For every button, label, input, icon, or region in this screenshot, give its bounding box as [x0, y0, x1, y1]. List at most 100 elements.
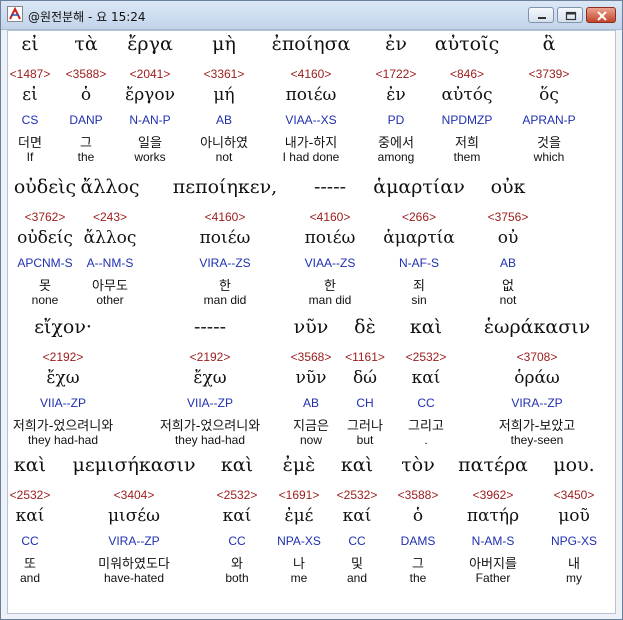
greek-word[interactable]: νῦν: [294, 316, 329, 338]
greek-word[interactable]: καὶ: [221, 454, 253, 476]
english-gloss: have-hated: [103, 571, 165, 585]
strongs-number[interactable]: <3739>: [529, 67, 570, 81]
strongs-number[interactable]: <3450>: [554, 488, 595, 502]
strongs-number[interactable]: <3404>: [114, 488, 155, 502]
strongs-number[interactable]: <2041>: [130, 67, 171, 81]
greek-word[interactable]: αὐτοῖς: [435, 33, 499, 55]
strongs-number[interactable]: <1691>: [279, 488, 320, 502]
interlinear-view[interactable]: εἰ <1487> εἰ CS 더면 If τὰ <3588> ὁ DANP 그 the ἔργα <20…: [7, 30, 616, 614]
lemma: ποιέω: [199, 228, 251, 248]
greek-word[interactable]: -----: [314, 176, 346, 198]
lemma: ἐμέ: [284, 506, 314, 526]
greek-word[interactable]: ἐποίησα: [272, 33, 351, 55]
strongs-number[interactable]: <2192>: [190, 350, 231, 364]
greek-word[interactable]: ἃ: [543, 33, 556, 55]
strongs-number[interactable]: <266>: [402, 210, 436, 224]
strongs-number[interactable]: <1722>: [376, 67, 417, 81]
greek-word[interactable]: ἐμὲ: [283, 454, 316, 476]
lemma: ἄλλος: [83, 228, 137, 248]
greek-word[interactable]: ἑωράκασιν: [484, 316, 590, 338]
greek-word[interactable]: εἴχον·: [34, 316, 92, 338]
greek-word[interactable]: πατέρα: [458, 454, 528, 476]
strongs-number[interactable]: <2532>: [10, 488, 51, 502]
greek-word[interactable]: μεμισήκασιν: [72, 454, 195, 476]
english-gloss: not: [215, 150, 233, 164]
parsing-code: PD: [387, 113, 405, 127]
strongs-number[interactable]: <2192>: [43, 350, 84, 364]
strongs-number[interactable]: <2532>: [217, 488, 258, 502]
korean-gloss: 아니하였: [200, 136, 248, 151]
korean-gloss: 아버지를: [469, 557, 517, 572]
english-gloss: Father: [475, 571, 511, 585]
korean-gloss: 중에서: [378, 136, 414, 151]
english-gloss: other: [96, 293, 124, 307]
english-gloss: me: [290, 571, 308, 585]
english-gloss: they had-had: [174, 433, 246, 447]
greek-word[interactable]: τὰ: [74, 33, 97, 55]
parsing-code: NPG-XS: [550, 534, 598, 548]
english-gloss: none: [31, 293, 59, 307]
greek-word[interactable]: ἁμαρτίαν: [373, 176, 465, 198]
korean-gloss: 나: [293, 557, 305, 572]
strongs-number[interactable]: <1161>: [345, 350, 385, 364]
greek-word[interactable]: μὴ: [212, 33, 236, 55]
greek-word[interactable]: δὲ: [354, 316, 376, 338]
strongs-number[interactable]: <4160>: [310, 210, 351, 224]
close-button[interactable]: [586, 7, 616, 23]
greek-word[interactable]: καὶ: [14, 454, 46, 476]
greek-word[interactable]: ἄλλος: [81, 176, 140, 198]
korean-gloss: 없: [502, 279, 514, 294]
greek-word[interactable]: καὶ: [341, 454, 373, 476]
greek-word[interactable]: οὐκ: [491, 176, 526, 198]
greek-word[interactable]: μου.: [553, 454, 594, 476]
korean-gloss: 죄: [413, 279, 425, 294]
greek-word[interactable]: ἔργα: [127, 33, 173, 55]
strongs-number[interactable]: <3962>: [473, 488, 514, 502]
lemma: καί: [342, 506, 372, 526]
korean-gloss: 한: [219, 279, 231, 294]
greek-word[interactable]: τὸν: [401, 454, 435, 476]
strongs-number[interactable]: <3588>: [398, 488, 439, 502]
lemma: δώ: [352, 368, 378, 388]
strongs-number[interactable]: <243>: [93, 210, 127, 224]
strongs-number[interactable]: <2532>: [337, 488, 378, 502]
strongs-number[interactable]: <3708>: [517, 350, 558, 364]
greek-word[interactable]: εἰ: [21, 33, 38, 55]
greek-word[interactable]: οὐδεὶς: [14, 176, 76, 198]
strongs-number[interactable]: <2532>: [406, 350, 447, 364]
strongs-number[interactable]: <3588>: [66, 67, 107, 81]
korean-gloss: 더면: [18, 136, 42, 151]
greek-word[interactable]: πεποίηκεν,: [173, 176, 277, 198]
korean-gloss: 저희가-었으려니와: [159, 419, 261, 434]
strongs-number[interactable]: <1487>: [10, 67, 51, 81]
strongs-number[interactable]: <3568>: [291, 350, 332, 364]
strongs-number[interactable]: <3361>: [204, 67, 245, 81]
strongs-number[interactable]: <3762>: [25, 210, 66, 224]
parsing-code: VIRA--ZS: [199, 256, 251, 270]
lemma: ὁράω: [514, 368, 560, 388]
english-gloss: the: [409, 571, 427, 585]
lemma: οὐ: [497, 228, 519, 248]
korean-gloss: 지금은: [293, 419, 329, 434]
minimize-icon: [538, 17, 546, 19]
korean-gloss: 또: [24, 557, 36, 572]
strongs-number[interactable]: <846>: [450, 67, 484, 81]
maximize-button[interactable]: [557, 7, 583, 23]
parsing-code: CC: [21, 534, 39, 548]
title-bar[interactable]: @원전분해 - 요 15:24: [1, 1, 622, 30]
parsing-code: APRAN-P: [522, 113, 576, 127]
greek-word[interactable]: -----: [194, 316, 226, 338]
strongs-number[interactable]: <4160>: [205, 210, 246, 224]
english-gloss: and: [346, 571, 368, 585]
greek-word[interactable]: καὶ: [410, 316, 442, 338]
lemma: καί: [222, 506, 252, 526]
parsing-code: VIRA--ZP: [511, 396, 563, 410]
lemma: αὐτός: [441, 85, 493, 105]
english-gloss: they had-had: [27, 433, 99, 447]
korean-gloss: 아무도: [92, 279, 128, 294]
greek-word[interactable]: ἐν: [385, 33, 407, 55]
korean-gloss: 내: [568, 557, 580, 572]
strongs-number[interactable]: <4160>: [291, 67, 332, 81]
strongs-number[interactable]: <3756>: [488, 210, 529, 224]
minimize-button[interactable]: [528, 7, 554, 23]
